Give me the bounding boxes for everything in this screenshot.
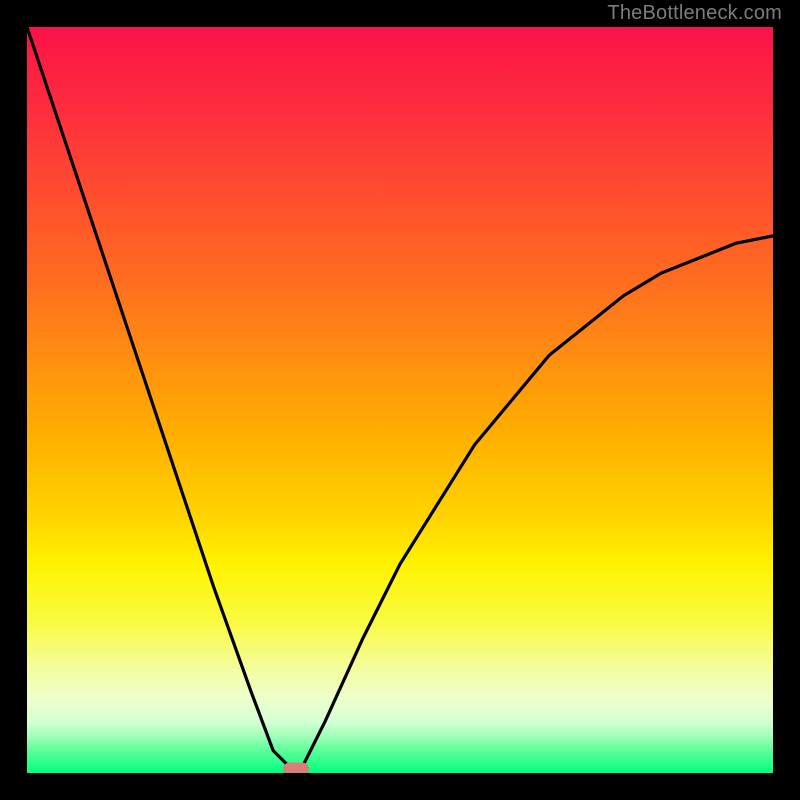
plot-area: [27, 27, 773, 773]
optimal-point-marker: [283, 763, 309, 773]
attribution-label: TheBottleneck.com: [607, 2, 782, 25]
chart-frame: TheBottleneck.com: [0, 0, 800, 800]
bottleneck-curve: [27, 27, 773, 773]
